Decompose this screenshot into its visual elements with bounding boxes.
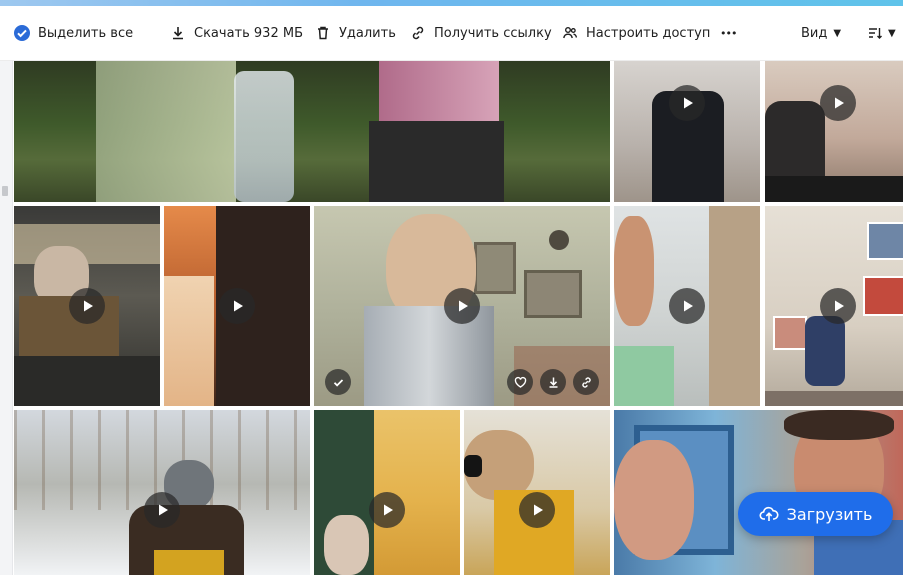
play-button[interactable] <box>669 288 705 324</box>
thumbnail-figure <box>614 440 694 560</box>
more-options-button[interactable]: ••• <box>720 6 737 60</box>
video-thumbnail[interactable] <box>14 61 610 202</box>
chevron-down-icon: ▼ <box>888 27 896 39</box>
thumbnail-figure <box>863 276 903 316</box>
thumbnail-figure <box>614 216 654 326</box>
thumbnail-figure <box>14 356 160 406</box>
thumbnail-figure <box>784 410 894 440</box>
download-item-button[interactable] <box>540 369 566 395</box>
thumbnail-figure <box>709 206 760 406</box>
delete-label: Удалить <box>339 25 396 41</box>
link-icon <box>409 24 427 42</box>
sidebar-handle-icon[interactable] <box>2 186 8 196</box>
cloud-upload-icon <box>759 506 779 521</box>
play-button[interactable] <box>820 85 856 121</box>
video-thumbnail[interactable] <box>14 206 160 406</box>
thumbnail-figure <box>549 230 569 250</box>
select-checkbox[interactable] <box>325 369 351 395</box>
thumbnail-figure <box>614 346 674 406</box>
video-thumbnail[interactable] <box>765 206 903 406</box>
view-dropdown[interactable]: Вид ▼ <box>801 6 841 60</box>
play-button[interactable] <box>219 288 255 324</box>
thumbnail-figure <box>773 316 807 350</box>
play-button[interactable] <box>669 85 705 121</box>
thumbnail-figure <box>765 391 903 406</box>
access-settings-label: Настроить доступ <box>586 25 711 41</box>
play-button[interactable] <box>820 288 856 324</box>
thumbnail-figure <box>474 242 516 294</box>
thumbnail-figure <box>234 71 294 202</box>
thumbnail-figure <box>765 176 903 202</box>
download-icon <box>549 377 557 388</box>
download-icon <box>169 24 187 42</box>
upload-label: Загрузить <box>786 504 873 524</box>
thumbnail-figure <box>96 61 236 202</box>
select-all-button[interactable]: Выделить все <box>13 6 133 60</box>
upload-button[interactable]: Загрузить <box>738 492 893 536</box>
selection-toolbar: Выделить все Скачать 932 МБ Удалить Полу… <box>0 6 903 61</box>
select-all-label: Выделить все <box>38 25 134 41</box>
video-thumbnail[interactable] <box>614 206 760 406</box>
video-thumbnail[interactable] <box>314 410 460 575</box>
thumbnail-figure <box>164 276 214 406</box>
video-thumbnail[interactable] <box>765 61 903 202</box>
thumbnail-figure <box>369 121 504 202</box>
link-icon <box>581 376 591 388</box>
heart-icon <box>514 376 526 388</box>
sort-icon <box>866 24 884 42</box>
view-label: Вид <box>801 25 828 41</box>
selected-video-thumbnail[interactable] <box>314 206 610 406</box>
thumbnail-figure <box>324 515 369 575</box>
sort-dropdown[interactable]: ▼ <box>866 6 896 60</box>
video-thumbnail[interactable] <box>464 410 610 575</box>
more-dots-icon: ••• <box>720 26 737 40</box>
thumbnail-figure <box>464 455 482 477</box>
thumbnail-figure <box>379 61 499 121</box>
video-thumbnail[interactable] <box>14 410 310 575</box>
trash-icon <box>314 24 332 42</box>
download-label: Скачать 932 МБ <box>194 25 303 41</box>
check-icon <box>333 378 343 387</box>
video-thumbnail[interactable] <box>164 206 310 406</box>
play-button[interactable] <box>69 288 105 324</box>
get-link-button[interactable]: Получить ссылку <box>409 6 552 60</box>
thumbnail-figure <box>805 316 845 386</box>
left-sidebar-edge <box>0 6 13 575</box>
access-settings-button[interactable]: Настроить доступ <box>561 6 710 60</box>
chevron-down-icon: ▼ <box>833 27 842 39</box>
thumbnail-figure <box>867 222 903 260</box>
play-button[interactable] <box>369 492 405 528</box>
check-circle-icon <box>13 24 31 42</box>
share-link-button[interactable] <box>573 369 599 395</box>
users-icon <box>561 24 579 42</box>
play-button[interactable] <box>144 492 180 528</box>
delete-button[interactable]: Удалить <box>314 6 396 60</box>
favorite-button[interactable] <box>507 369 533 395</box>
thumbnail-figure <box>154 550 224 575</box>
thumbnail-figure <box>524 270 582 318</box>
get-link-label: Получить ссылку <box>434 25 552 41</box>
thumbnail-figure <box>364 306 494 406</box>
play-button[interactable] <box>519 492 555 528</box>
download-button[interactable]: Скачать 932 МБ <box>169 6 303 60</box>
play-button[interactable] <box>444 288 480 324</box>
video-thumbnail[interactable] <box>614 61 760 202</box>
